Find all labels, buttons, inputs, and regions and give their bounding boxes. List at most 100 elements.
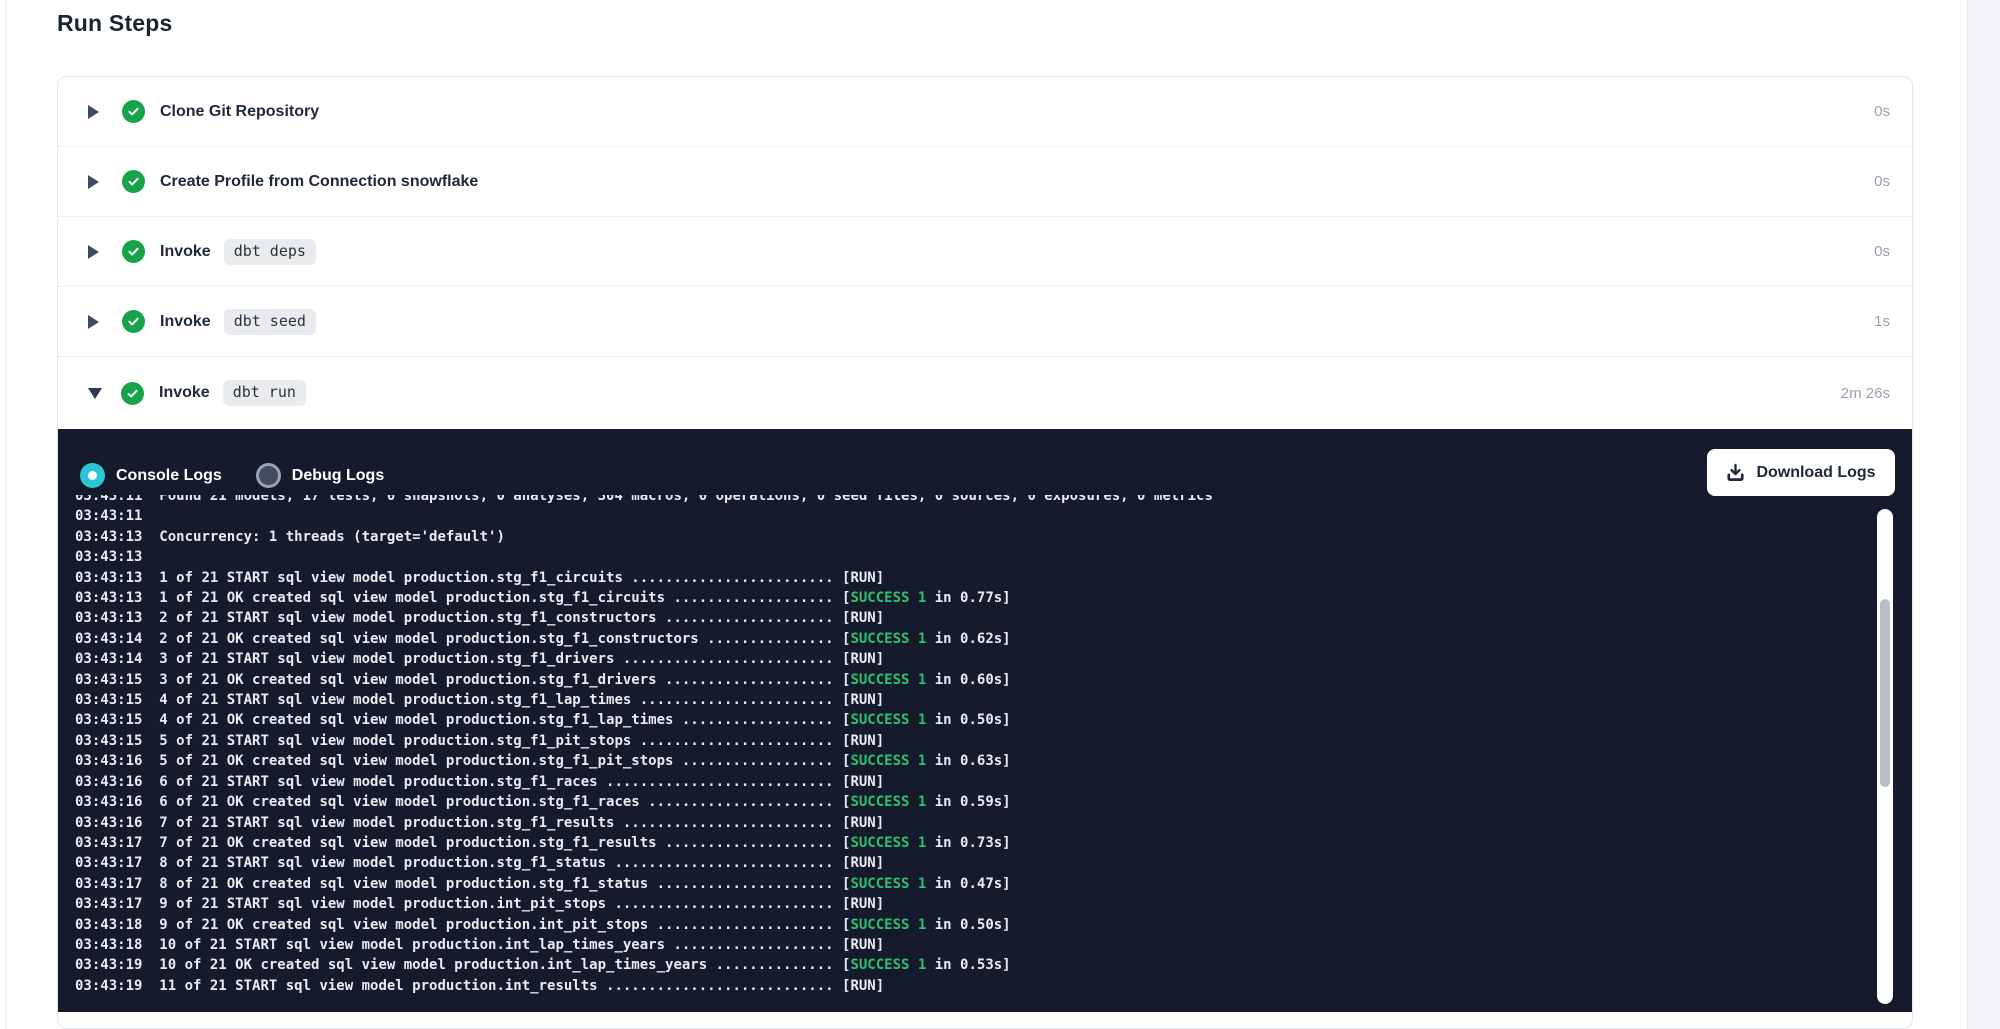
log-timestamp: 03:43:16 (75, 794, 142, 810)
step-label: Create Profile from Connection snowflake (160, 173, 478, 191)
download-logs-label: Download Logs (1756, 464, 1875, 482)
log-success-text: SUCCESS 1 (850, 794, 926, 810)
log-timestamp: 03:43:17 (75, 896, 142, 912)
log-line: 03:43:17 8 of 21 OK created sql view mod… (75, 874, 1912, 894)
log-line: 03:43:17 8 of 21 START sql view model pr… (75, 853, 1912, 873)
run-step-row[interactable]: Clone Git Repository0s (58, 77, 1912, 147)
run-steps-page: Run Steps Clone Git Repository0sCreate P… (0, 0, 2000, 1029)
console-logs-radio-option[interactable]: Console Logs (80, 463, 222, 488)
log-line: 03:43:14 3 of 21 START sql view model pr… (75, 649, 1912, 669)
chevron-right-icon[interactable] (88, 245, 99, 259)
step-label: Invoke (159, 384, 210, 402)
console-scrollbar-thumb[interactable] (1880, 599, 1890, 787)
log-timestamp: 03:43:11 (75, 508, 142, 524)
step-command-badge: dbt run (223, 380, 306, 406)
log-line: 03:43:18 10 of 21 START sql view model p… (75, 935, 1912, 955)
log-timestamp: 03:43:17 (75, 835, 142, 851)
radio-selected-dot (88, 471, 97, 480)
log-line: 03:43:17 9 of 21 START sql view model pr… (75, 894, 1912, 914)
page-title: Run Steps (57, 10, 173, 37)
run-steps-card: Clone Git Repository0sCreate Profile fro… (57, 76, 1913, 1029)
log-line: 03:43:11 (75, 506, 1912, 526)
log-line: 03:43:19 10 of 21 OK created sql view mo… (75, 955, 1912, 975)
log-line: 03:43:15 4 of 21 START sql view model pr… (75, 690, 1912, 710)
download-icon (1726, 463, 1745, 482)
log-success-text: SUCCESS 1 (850, 712, 926, 728)
log-success-text: SUCCESS 1 (850, 957, 926, 973)
step-duration: 1s (1874, 313, 1890, 330)
log-line: 03:43:15 5 of 21 START sql view model pr… (75, 731, 1912, 751)
log-timestamp: 03:43:17 (75, 855, 142, 871)
log-timestamp: 03:43:19 (75, 978, 142, 994)
page-right-gutter (1967, 0, 2000, 1029)
log-timestamp: 03:43:14 (75, 651, 142, 667)
log-success-text: SUCCESS 1 (850, 672, 926, 688)
log-line: 03:43:13 1 of 21 OK created sql view mod… (75, 588, 1912, 608)
debug-logs-radio-icon[interactable] (256, 463, 281, 488)
log-line: 03:43:19 11 of 21 START sql view model p… (75, 976, 1912, 996)
chevron-right-icon[interactable] (88, 175, 99, 189)
log-success-text: SUCCESS 1 (850, 876, 926, 892)
success-check-icon (122, 170, 145, 193)
step-duration: 0s (1874, 103, 1890, 120)
step-label: Invoke (160, 313, 211, 331)
chevron-down-icon[interactable] (88, 388, 102, 399)
log-timestamp: 03:43:18 (75, 917, 142, 933)
run-step-row[interactable]: Invoke dbt seed 1s (58, 287, 1912, 357)
run-step-row[interactable]: Invokedbt deps0s (58, 217, 1912, 287)
success-check-icon (122, 100, 145, 123)
page-left-divider (6, 0, 7, 1029)
log-line: 03:43:16 6 of 21 START sql view model pr… (75, 772, 1912, 792)
log-timestamp: 03:43:19 (75, 957, 142, 973)
console-logs-radio-icon[interactable] (80, 463, 105, 488)
log-timestamp: 03:43:14 (75, 631, 142, 647)
run-step-row[interactable]: Create Profile from Connection snowflake… (58, 147, 1912, 217)
download-logs-button[interactable]: Download Logs (1707, 449, 1895, 496)
log-line: 03:43:16 5 of 21 OK created sql view mod… (75, 751, 1912, 771)
log-timestamp: 03:43:16 (75, 774, 142, 790)
log-timestamp: 03:43:11 (75, 495, 142, 504)
console-logs-label: Console Logs (116, 467, 222, 485)
log-line: 03:43:17 7 of 21 OK created sql view mod… (75, 833, 1912, 853)
log-line: 03:43:13 2 of 21 START sql view model pr… (75, 608, 1912, 628)
log-timestamp: 03:43:13 (75, 529, 142, 545)
log-timestamp: 03:43:13 (75, 570, 142, 586)
debug-logs-label: Debug Logs (292, 467, 384, 485)
log-success-text: SUCCESS 1 (850, 753, 926, 769)
chevron-right-icon[interactable] (88, 315, 99, 329)
log-line: 03:43:14 2 of 21 OK created sql view mod… (75, 629, 1912, 649)
log-timestamp: 03:43:13 (75, 610, 142, 626)
log-line: 03:43:18 9 of 21 OK created sql view mod… (75, 915, 1912, 935)
console-log-lines: 03:43:11 Found 21 models, 17 tests, 0 sn… (58, 495, 1912, 996)
log-success-text: SUCCESS 1 (850, 590, 926, 606)
log-line: 03:43:13 (75, 547, 1912, 567)
log-line: 03:43:15 4 of 21 OK created sql view mod… (75, 710, 1912, 730)
log-timestamp: 03:43:13 (75, 590, 142, 606)
log-type-radio-group: Console Logs Debug Logs (80, 463, 418, 488)
log-line: 03:43:13 Concurrency: 1 threads (target=… (75, 527, 1912, 547)
log-timestamp: 03:43:15 (75, 692, 142, 708)
console-panel: Console Logs Debug Logs Download Logs 03:… (58, 429, 1912, 1012)
log-line: 03:43:15 3 of 21 OK created sql view mod… (75, 670, 1912, 690)
log-timestamp: 03:43:15 (75, 712, 142, 728)
step-duration: 0s (1874, 173, 1890, 190)
console-scrollbar[interactable] (1877, 509, 1893, 1004)
step-duration: 2m 26s (1841, 385, 1890, 402)
run-step-list: Clone Git Repository0sCreate Profile fro… (58, 77, 1912, 429)
log-line: 03:43:16 7 of 21 START sql view model pr… (75, 813, 1912, 833)
log-success-text: SUCCESS 1 (850, 631, 926, 647)
chevron-right-icon[interactable] (88, 105, 99, 119)
log-success-text: SUCCESS 1 (850, 835, 926, 851)
step-command-badge: dbt seed (224, 309, 316, 335)
run-step-row[interactable]: Invoke dbt run 2m 26s (58, 357, 1912, 429)
log-timestamp: 03:43:15 (75, 733, 142, 749)
log-line: 03:43:11 Found 21 models, 17 tests, 0 sn… (75, 495, 1912, 506)
console-log-output[interactable]: 03:43:11 Found 21 models, 17 tests, 0 sn… (58, 495, 1912, 1012)
success-check-icon (122, 310, 145, 333)
log-line: 03:43:16 6 of 21 OK created sql view mod… (75, 792, 1912, 812)
debug-logs-radio-option[interactable]: Debug Logs (256, 463, 384, 488)
log-timestamp: 03:43:17 (75, 876, 142, 892)
log-timestamp: 03:43:15 (75, 672, 142, 688)
step-duration: 0s (1874, 243, 1890, 260)
log-success-text: SUCCESS 1 (850, 917, 926, 933)
